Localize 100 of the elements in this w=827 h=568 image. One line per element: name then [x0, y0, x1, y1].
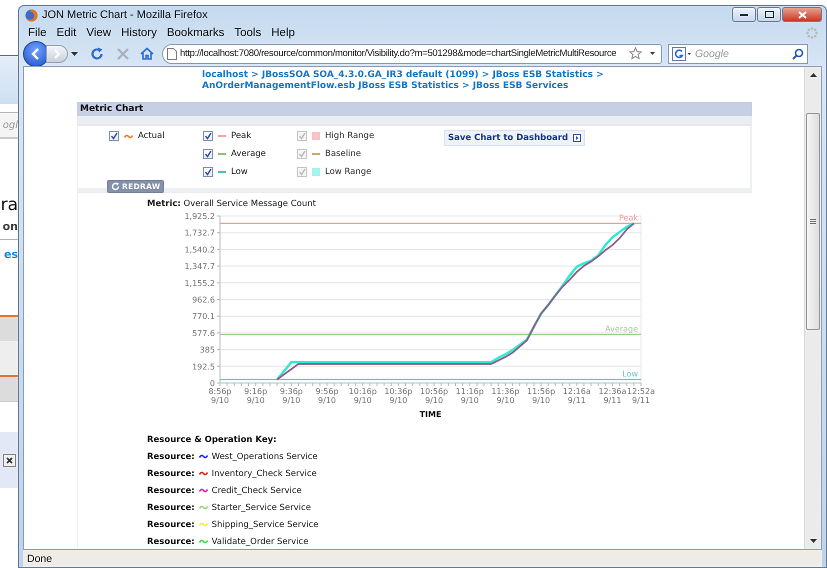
list-row [0, 377, 18, 401]
refresh-icon [111, 182, 120, 191]
resource-label: Resource: [147, 502, 195, 512]
option-label: Average [231, 149, 266, 159]
menu-item[interactable]: Edit [52, 26, 82, 38]
breadcrumb-link[interactable]: JBoss ESB Services [472, 81, 568, 91]
resource-label: Resource: [147, 468, 195, 478]
close-button[interactable] [782, 7, 822, 22]
x-tick-label: 10:16p 9/10 [348, 387, 377, 405]
list-row [0, 341, 18, 377]
checkmark-icon [110, 132, 118, 140]
back-button[interactable] [23, 40, 49, 66]
resource-label: Resource: [147, 452, 195, 462]
checkbox[interactable] [109, 131, 119, 141]
y-tick-label: 0 [210, 379, 215, 388]
y-tick-label: 385 [200, 346, 215, 355]
window-title: JON Metric Chart - Mozilla Firefox [42, 9, 209, 21]
resource-label: Resource: [147, 536, 195, 546]
status-text: Done [23, 550, 822, 567]
breadcrumb-separator: > [462, 81, 470, 91]
checkmark-icon [298, 150, 306, 158]
resource-name: Starter_Service Service [212, 502, 311, 512]
checkmark-icon [204, 132, 212, 140]
stop-icon [117, 48, 129, 60]
menu-item[interactable]: Tools [229, 26, 266, 38]
checkmark-icon [298, 132, 306, 140]
x-tick-label: 8:56p 9/10 [208, 387, 232, 405]
search-box[interactable]: Google [668, 44, 808, 64]
y-tick-label: 1,925.2 [184, 212, 215, 221]
x-tick-label: 10:36p 9/10 [384, 387, 412, 405]
option-label: Low [231, 167, 248, 177]
breadcrumb-separator: > [482, 70, 490, 80]
resource-label: Resource: [147, 520, 195, 530]
reload-icon [90, 46, 104, 60]
close-icon [798, 10, 806, 18]
up-arrow-icon[interactable] [810, 73, 816, 77]
x-tick-label: 9:56p 9/10 [316, 387, 339, 405]
resource-name: Credit_Check Service [212, 486, 302, 496]
menu-item[interactable]: View [81, 26, 116, 38]
scroll-thumb[interactable] [806, 113, 820, 330]
dropdown-icon [70, 52, 78, 56]
checkbox[interactable] [203, 167, 213, 177]
menu-item[interactable]: File [23, 26, 52, 38]
breadcrumb-link[interactable]: JBossSOA SOA_4.3.0.GA_IR3 default (1099) [262, 70, 479, 80]
breadcrumb-separator: > [251, 70, 259, 80]
option-label: Peak [231, 131, 252, 141]
header-bar [0, 56, 18, 104]
list-row [0, 315, 18, 341]
search-icon[interactable] [792, 48, 804, 60]
y-tick-label: 192.5 [192, 362, 215, 372]
y-tick-label: 577.6 [192, 328, 215, 338]
star-icon[interactable] [629, 47, 642, 60]
breadcrumb-link[interactable]: localhost [202, 70, 248, 80]
checkbox[interactable] [203, 131, 213, 141]
browser-logo-icon [25, 8, 38, 22]
x-tick-label: 9:16p 9/10 [244, 387, 268, 405]
x-tick-label: 9:36p 9/10 [280, 387, 303, 405]
scrollbar[interactable] [804, 67, 821, 549]
resource-label: Resource: [147, 486, 195, 496]
address-bar[interactable]: http://localhost:7080/resource/common/monitor/Visibility.do?m=501298&mode=chartSingleMetricMultiResource [162, 44, 662, 64]
menu-item[interactable]: History [116, 26, 162, 38]
y-tick-label: 770.1 [192, 312, 215, 322]
y-tick-label: 1,155.2 [184, 278, 215, 288]
menu-item[interactable]: Help [266, 26, 300, 38]
chart-title: Metric: Overall Service Message Count [147, 199, 317, 209]
option-label: Low Range [325, 167, 372, 177]
breadcrumb-link[interactable]: JBoss ESB Statistics [492, 70, 593, 80]
resource-name: Validate_Order Service [212, 536, 308, 546]
home-icon [140, 47, 154, 60]
panel-header: Metric Chart [77, 102, 752, 116]
checkmark-icon [204, 150, 212, 158]
y-tick-label: 1,540.2 [184, 245, 215, 254]
down-arrow-icon[interactable] [810, 539, 816, 543]
minimize-button[interactable] [732, 7, 756, 22]
x-tick-label: 11:56p 9/10 [527, 387, 556, 405]
x-axis-title: TIME [420, 410, 442, 419]
reference-label: Average [605, 324, 638, 334]
heading-text: ra [0, 195, 18, 215]
reference-label: Low [622, 370, 638, 379]
checkmark-icon [298, 168, 306, 176]
y-tick-label: 1,347.7 [184, 262, 215, 272]
x-tick-label: 10:56p 9/10 [420, 387, 448, 405]
resource-name: Inventory_Check Service [212, 468, 317, 478]
link[interactable]: es [0, 248, 18, 261]
close-icon[interactable] [3, 454, 16, 466]
menu-item[interactable]: Bookmarks [162, 26, 230, 38]
checkbox[interactable] [203, 149, 213, 159]
x-tick-label: 12:36a 9/11 [598, 387, 626, 405]
save-chart-button[interactable]: Save Chart to Dashboard [444, 130, 586, 146]
search-engine-icon[interactable] [672, 46, 692, 60]
maximize-button[interactable] [757, 7, 781, 22]
breadcrumb-separator: > [596, 70, 604, 80]
maximize-icon [764, 11, 774, 18]
minimize-icon [740, 13, 748, 16]
option-label: Actual [138, 131, 165, 141]
x-tick-label: 11:16p 9/10 [456, 387, 484, 405]
reference-label: Peak [619, 213, 638, 222]
breadcrumb-link[interactable]: AnOrderManagementFlow.esb JBoss ESB Statistics [202, 81, 459, 91]
grip-icon [810, 219, 816, 224]
x-tick-label: 12:16a 9/11 [562, 387, 591, 405]
